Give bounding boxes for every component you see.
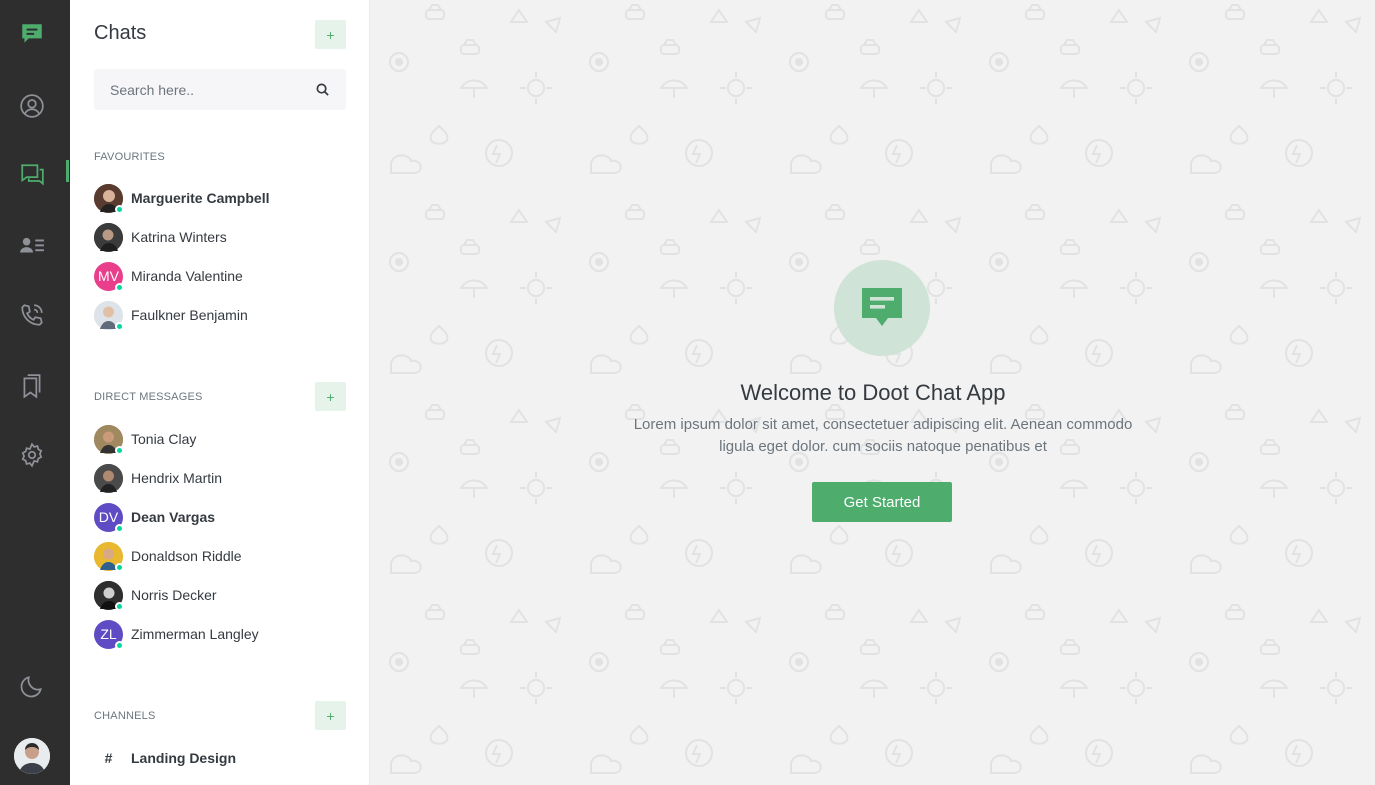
avatar: DV	[94, 502, 124, 533]
active-indicator	[66, 160, 69, 182]
contact-name: Faulkner Benjamin	[131, 307, 248, 323]
chat-sidebar: Chats + FAVOURITES Marguerite Campbell K…	[70, 0, 370, 785]
welcome-description: Lorem ipsum dolor sit amet, consectetuer…	[633, 416, 1133, 455]
welcome-chat-icon	[834, 260, 930, 356]
contact-name: Zimmerman Langley	[131, 626, 259, 642]
online-status-dot	[115, 640, 124, 650]
add-channel-button[interactable]: +	[315, 701, 346, 730]
avatar: MV	[94, 261, 124, 292]
list-item[interactable]: Tonia Clay	[94, 422, 346, 456]
add-chat-button[interactable]: +	[315, 20, 346, 49]
bookmarks-icon[interactable]	[17, 371, 47, 401]
calls-icon[interactable]	[17, 300, 47, 330]
avatar	[94, 463, 123, 493]
list-item[interactable]: Katrina Winters	[94, 220, 346, 254]
online-status-dot	[115, 523, 124, 533]
contact-name: Hendrix Martin	[131, 470, 223, 486]
contact-name: Donaldson Riddle	[131, 548, 242, 564]
list-item[interactable]: Norris Decker	[94, 578, 346, 612]
online-status-dot	[115, 562, 124, 572]
list-item[interactable]: ZL Zimmerman Langley	[94, 617, 346, 651]
list-item[interactable]: DV Dean Vargas	[94, 500, 346, 534]
avatar	[94, 222, 123, 252]
contact-name: Miranda Valentine	[131, 268, 243, 284]
avatar	[94, 424, 124, 455]
online-status-dot	[115, 321, 124, 331]
list-item[interactable]: Donaldson Riddle	[94, 539, 346, 573]
avatar-initials: ZL	[100, 626, 117, 642]
online-status-dot	[115, 445, 124, 455]
channel-name: Landing Design	[131, 750, 236, 766]
get-started-button[interactable]: Get Started	[812, 482, 952, 522]
search-icon[interactable]	[315, 82, 330, 97]
channels-heading: CHANNELS	[94, 710, 156, 722]
avatar: ZL	[94, 619, 124, 650]
contact-name: Norris Decker	[131, 587, 217, 603]
online-status-dot	[115, 282, 124, 292]
add-direct-message-button[interactable]: +	[315, 382, 346, 411]
search-input[interactable]	[94, 69, 294, 110]
chat-logo-icon[interactable]	[17, 19, 47, 49]
contacts-icon[interactable]	[17, 231, 47, 261]
channel-hash-icon: #	[104, 750, 113, 766]
theme-moon-icon[interactable]	[17, 671, 47, 701]
avatar-initials: DV	[98, 509, 119, 525]
contact-name: Marguerite Campbell	[131, 190, 270, 206]
sidebar-title: Chats	[94, 22, 147, 44]
channel-item[interactable]: # Landing Design	[94, 741, 346, 775]
user-avatar[interactable]	[14, 738, 50, 774]
chats-icon[interactable]	[17, 160, 47, 190]
list-item[interactable]: Marguerite Campbell	[94, 181, 346, 215]
direct-messages-heading: DIRECT MESSAGES	[94, 391, 203, 403]
online-status-dot	[115, 601, 124, 611]
contact-name: Katrina Winters	[131, 229, 227, 245]
avatar	[94, 183, 124, 214]
avatar	[94, 541, 124, 572]
contact-name: Dean Vargas	[131, 509, 216, 525]
favourites-heading: FAVOURITES	[94, 151, 165, 163]
avatar	[94, 300, 124, 331]
search-box	[94, 69, 346, 110]
profile-icon[interactable]	[17, 91, 47, 121]
list-item[interactable]: Hendrix Martin	[94, 461, 346, 495]
online-status-dot	[115, 204, 124, 214]
contact-name: Tonia Clay	[131, 431, 197, 447]
list-item[interactable]: Faulkner Benjamin	[94, 298, 346, 332]
icon-rail	[0, 0, 70, 785]
settings-icon[interactable]	[17, 440, 47, 470]
welcome-title: Welcome to Doot Chat App	[740, 380, 1006, 405]
welcome-panel: Welcome to Doot Chat App Lorem ipsum dol…	[371, 0, 1375, 785]
avatar	[94, 580, 124, 611]
avatar-initials: MV	[98, 268, 119, 284]
list-item[interactable]: MV Miranda Valentine	[94, 259, 346, 293]
